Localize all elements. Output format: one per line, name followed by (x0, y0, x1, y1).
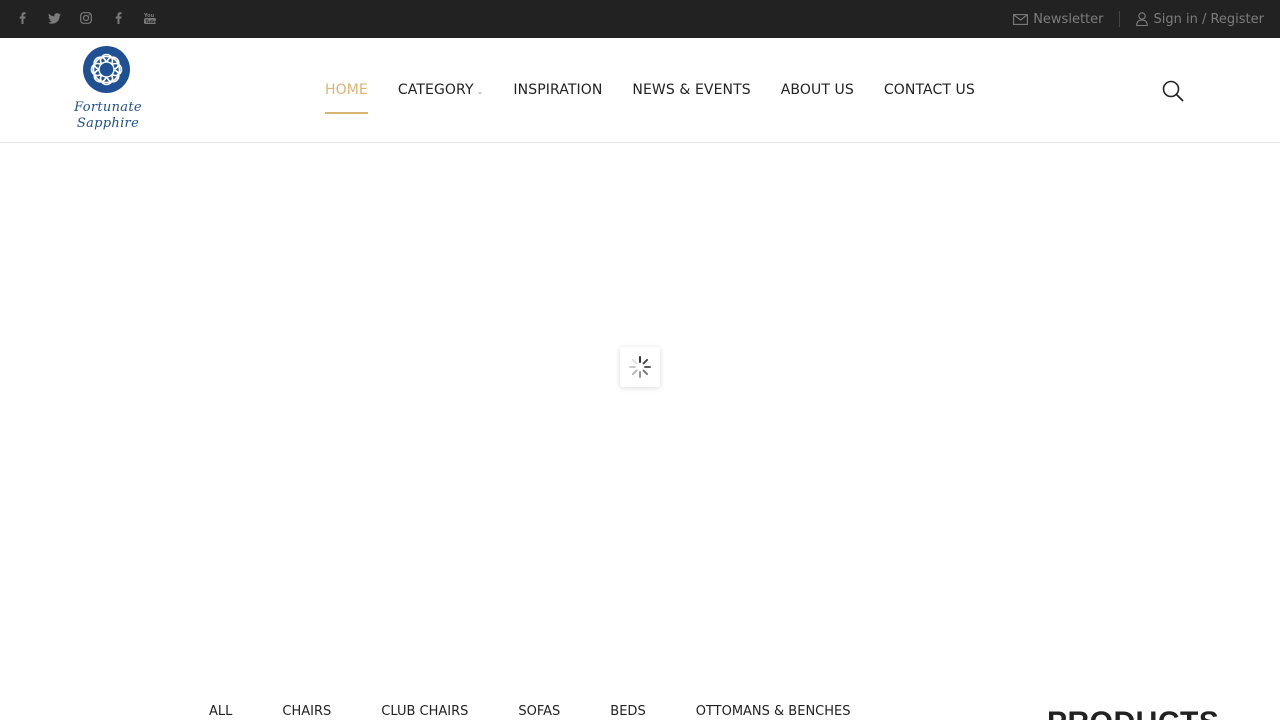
twitter-icon[interactable] (46, 9, 62, 27)
main-header: Fortunate Sapphire HOME CATEGORY ⌄ INSPIR… (0, 38, 1280, 143)
logo-line-2: Sapphire (76, 116, 140, 131)
instagram-icon[interactable] (78, 9, 94, 27)
signin-label: Sign in / Register (1153, 11, 1264, 27)
account-links: Newsletter Sign in / Register (1013, 0, 1264, 38)
spinner-icon (629, 356, 651, 378)
filter-ottomans-benches[interactable]: OTTOMANS & BENCHES (696, 704, 851, 719)
nav-home[interactable]: HOME (325, 38, 368, 142)
nav-contact-us-label: CONTACT US (883, 82, 975, 98)
nav-inspiration-label: INSPIRATION (513, 82, 603, 98)
logo-line-1: Fortunate (74, 100, 142, 115)
social-links: You Tube (14, 9, 174, 27)
top-bar: You Tube Newsletter Sign in / Register (0, 0, 1280, 38)
filter-club-chairs[interactable]: CLUB CHAIRS (381, 704, 468, 719)
newsletter-link[interactable]: Newsletter (1013, 12, 1103, 27)
nav-news-events-label: NEWS & EVENTS (632, 82, 751, 98)
nav-about-us[interactable]: ABOUT US (781, 38, 854, 142)
search-icon[interactable] (1161, 79, 1185, 103)
topbar-divider (1119, 11, 1121, 27)
svg-text:Tube: Tube (145, 19, 156, 24)
nav-inspiration[interactable]: INSPIRATION (513, 38, 602, 142)
filter-chairs[interactable]: CHAIRS (282, 704, 331, 719)
youtube-icon[interactable]: You Tube (142, 9, 158, 27)
product-filter-tabs: ALL CHAIRS CLUB CHAIRS SOFAS BEDS OTTOMA… (209, 704, 850, 719)
loading-spinner (620, 347, 660, 387)
filter-all[interactable]: ALL (209, 704, 232, 719)
products-heading: PRODUCTS (1047, 706, 1219, 720)
filter-beds[interactable]: BEDS (610, 704, 645, 719)
nav-category[interactable]: CATEGORY ⌄ (398, 38, 484, 142)
logo-wordmark: Fortunate Sapphire (72, 100, 144, 132)
logo-emblem-icon (83, 46, 130, 93)
nav-home-label: HOME (325, 82, 368, 98)
nav-contact-us[interactable]: CONTACT US (884, 38, 975, 142)
facebook-icon[interactable] (110, 9, 126, 27)
newsletter-label: Newsletter (1033, 11, 1104, 27)
signin-link[interactable]: Sign in / Register (1136, 12, 1264, 27)
brand-logo[interactable]: Fortunate Sapphire (72, 46, 144, 136)
envelope-icon (1013, 13, 1029, 25)
nav-about-us-label: ABOUT US (780, 82, 854, 98)
facebook-icon[interactable] (14, 9, 30, 27)
chevron-down-icon: ⌄ (476, 87, 484, 96)
user-icon (1136, 12, 1149, 26)
nav-news-events[interactable]: NEWS & EVENTS (632, 38, 750, 142)
main-nav: HOME CATEGORY ⌄ INSPIRATION NEWS & EVENTS… (325, 38, 1005, 142)
filter-sofas[interactable]: SOFAS (518, 704, 560, 719)
nav-category-label: CATEGORY (397, 82, 474, 98)
